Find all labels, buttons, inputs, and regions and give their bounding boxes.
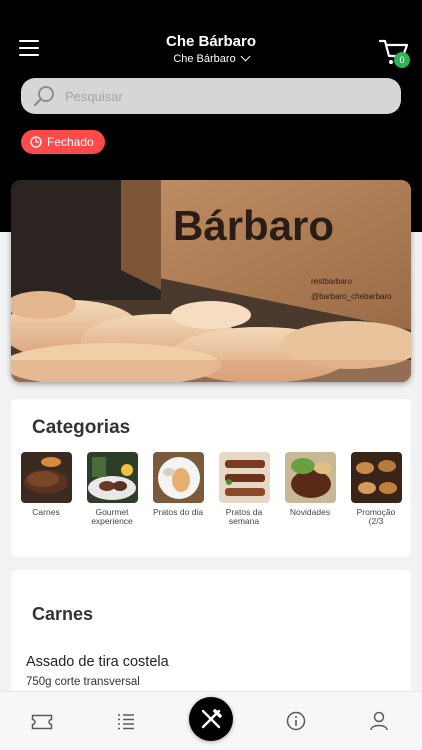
category-image bbox=[350, 452, 402, 503]
categories-card: Categorias Carnes Gourmet experience Pra… bbox=[11, 399, 411, 557]
list-icon[interactable] bbox=[117, 713, 135, 730]
chevron-down-icon bbox=[240, 51, 251, 62]
category-image bbox=[20, 452, 72, 503]
category-label: Gourmet experience bbox=[91, 507, 133, 526]
info-icon[interactable] bbox=[286, 711, 306, 731]
category-image bbox=[86, 452, 138, 503]
category-gourmet-experience[interactable]: Gourmet experience bbox=[85, 452, 139, 526]
clock-icon bbox=[30, 136, 42, 148]
banner-brand-text: Bárbaro bbox=[173, 202, 334, 249]
category-carnes[interactable]: Carnes bbox=[19, 452, 73, 517]
menu-item-name[interactable]: Assado de tira costela bbox=[26, 654, 169, 670]
category-label: Carnes bbox=[32, 507, 60, 517]
cutlery-icon bbox=[201, 709, 222, 729]
section-card: Carnes Assado de tira costela 750g corte… bbox=[11, 570, 411, 710]
status-label: Fechado bbox=[47, 135, 94, 149]
ticket-icon[interactable] bbox=[31, 714, 53, 730]
promo-banner[interactable]: Bárbaro restbarbaro @barbaro_chebarbaro bbox=[11, 180, 411, 382]
category-image bbox=[218, 452, 270, 503]
user-icon[interactable] bbox=[370, 711, 388, 731]
banner-social-1: restbarbaro bbox=[311, 277, 352, 286]
banner-social-2: @barbaro_chebarbaro bbox=[311, 292, 392, 301]
banner-image: Bárbaro restbarbaro @barbaro_chebarbaro bbox=[11, 180, 411, 382]
cart-count-badge: 0 bbox=[394, 52, 410, 68]
category-image bbox=[284, 452, 336, 503]
category-label: Pratos da semana bbox=[225, 507, 263, 526]
category-promocao[interactable]: Promoção (2/3 bbox=[349, 452, 403, 526]
category-novidades[interactable]: Novidades bbox=[283, 452, 337, 517]
categories-title: Categorias bbox=[32, 417, 131, 438]
search-icon bbox=[34, 86, 54, 106]
page-title: Che Bárbaro bbox=[165, 33, 257, 50]
status-badge: Fechado bbox=[21, 130, 105, 154]
bottom-nav bbox=[0, 691, 422, 750]
store-selector-label: Che Bárbaro bbox=[173, 53, 236, 65]
section-title: Carnes bbox=[32, 604, 94, 624]
menu-item-description: 750g corte transversal bbox=[26, 676, 140, 688]
menu-home-button[interactable] bbox=[189, 697, 233, 741]
search-bar[interactable] bbox=[21, 78, 401, 114]
category-label: Pratos do dia bbox=[152, 507, 204, 517]
search-input[interactable] bbox=[65, 78, 385, 114]
category-image bbox=[152, 452, 204, 503]
store-selector[interactable]: Che Bárbaro bbox=[0, 51, 422, 65]
category-label: Promoção (2/3 bbox=[356, 507, 396, 526]
category-pratos-da-semana[interactable]: Pratos da semana bbox=[217, 452, 271, 526]
category-label: Novidades bbox=[289, 507, 331, 517]
category-pratos-do-dia[interactable]: Pratos do dia bbox=[151, 452, 205, 517]
